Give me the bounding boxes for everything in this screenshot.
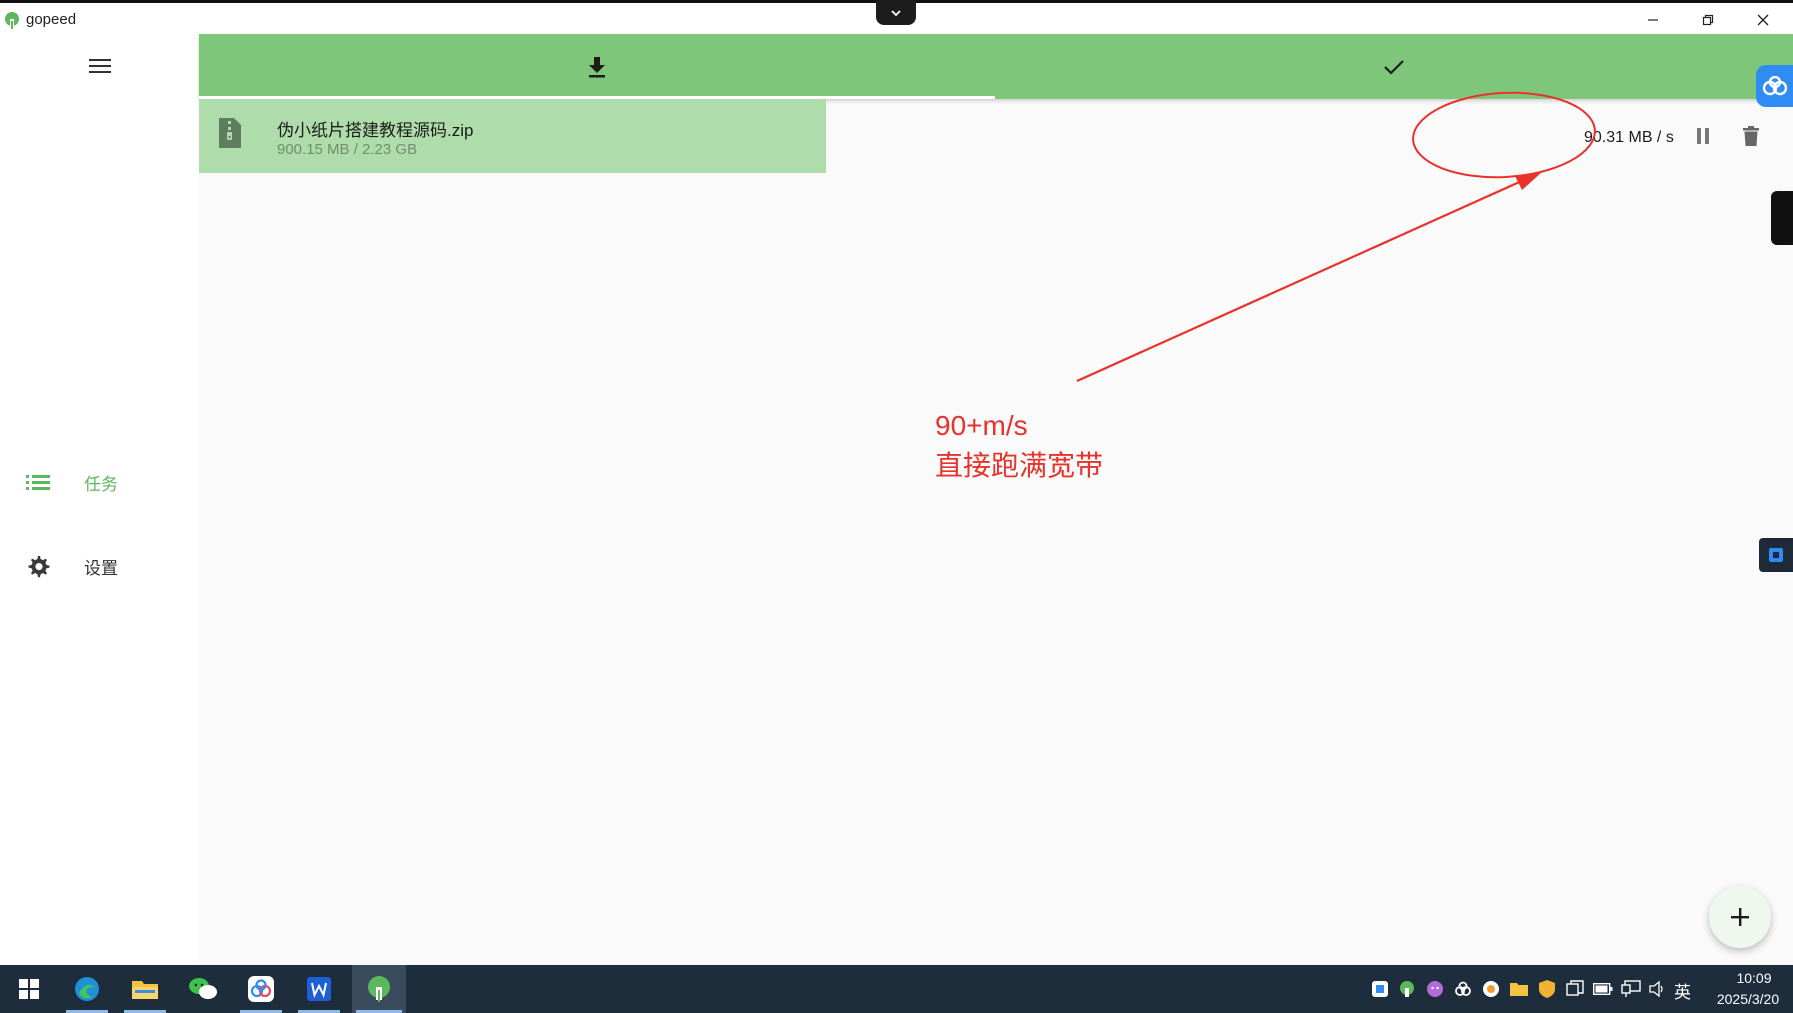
baidu-netdisk-icon (248, 976, 274, 1002)
clock-date[interactable]: 2025/3/20 (1704, 991, 1792, 1007)
taskbar-gopeed[interactable] (352, 965, 406, 1013)
task-row[interactable]: 伪小纸片搭建教程源码.zip 900.15 MB / 2.23 GB (199, 99, 826, 173)
annotation-line-1: 90+m/s (935, 410, 1028, 441)
speaker-icon (1649, 980, 1663, 998)
shield-icon (1539, 980, 1555, 998)
taskbar-baidu-netdisk[interactable] (236, 965, 286, 1013)
download-speed: 90.31 MB / s (1584, 129, 1674, 146)
gear-icon (26, 554, 58, 578)
plus-icon (1731, 908, 1749, 926)
pause-icon (1697, 128, 1709, 144)
wechat-icon (189, 978, 217, 999)
app-icon (1769, 548, 1783, 562)
gopeed-tray-icon (1400, 981, 1414, 997)
ime-indicator[interactable]: 英 (1674, 978, 1691, 1003)
chevron-down-icon (891, 9, 901, 16)
network-icon (1621, 980, 1641, 997)
tray-cat-icon[interactable] (1425, 979, 1445, 999)
minimize-icon (1648, 19, 1658, 21)
tray-folder-icon[interactable] (1509, 979, 1529, 999)
tray-netdisk-icon[interactable] (1453, 979, 1473, 999)
title-bar: gopeed (0, 0, 1793, 34)
blue-app-icon (1372, 981, 1388, 997)
restore-button[interactable] (1688, 7, 1728, 33)
windows-start-icon (19, 979, 39, 999)
taskbar-file-explorer[interactable] (120, 965, 170, 1013)
taskbar-edge[interactable] (62, 965, 112, 1013)
close-button[interactable] (1743, 7, 1783, 33)
tray-volume-icon[interactable] (1647, 979, 1667, 999)
windows-taskbar: 英 10:09 2025/3/20 (0, 965, 1793, 1013)
add-task-button[interactable] (1709, 886, 1771, 948)
pause-button[interactable] (1690, 123, 1716, 149)
delete-button[interactable] (1738, 123, 1764, 149)
cat-app-icon (1427, 981, 1443, 997)
tray-network-icon[interactable] (1621, 979, 1641, 999)
side-panel-handle[interactable] (1771, 191, 1793, 245)
gopeed-logo-icon (5, 12, 19, 29)
start-button[interactable] (4, 965, 54, 1013)
sidebar: 任务 设置 (0, 34, 199, 968)
clock-time[interactable]: 10:09 (1722, 970, 1786, 986)
close-icon (1757, 14, 1769, 26)
taskbar-wechat[interactable] (178, 965, 228, 1013)
taskbar-word[interactable] (294, 965, 344, 1013)
folder-icon (132, 981, 158, 999)
baidu-netdisk-tray-icon (1455, 981, 1471, 996)
cloud-icon (1762, 76, 1787, 96)
minimize-button[interactable] (1633, 7, 1673, 33)
restore-icon (1702, 14, 1714, 26)
tab-downloading[interactable] (199, 34, 995, 99)
window-title: gopeed (26, 11, 77, 28)
sidebar-item-label: 设置 (84, 558, 118, 578)
word-icon (307, 977, 331, 1001)
folder-tray-icon (1510, 983, 1528, 996)
tab-completed[interactable] (995, 34, 1793, 99)
task-progress-text: 900.15 MB / 2.23 GB (277, 141, 418, 158)
annotation-line-2: 直接跑满宽带 (935, 450, 1104, 481)
annotation-text: 90+m/s 直接跑满宽带 (935, 406, 1103, 486)
browser-tray-icon (1483, 981, 1499, 997)
zip-file-icon (219, 118, 241, 148)
dropdown-tab-button[interactable] (876, 0, 916, 25)
window-switch-icon (1566, 980, 1584, 996)
sidebar-item-tasks[interactable]: 任务 (26, 462, 176, 502)
gopeed-taskbar-icon (368, 976, 390, 1002)
sidebar-item-label: 任务 (84, 474, 118, 494)
check-icon (1384, 59, 1404, 75)
tab-bar (199, 34, 1793, 99)
battery-icon (1593, 983, 1613, 995)
task-file-name: 伪小纸片搭建教程源码.zip (277, 121, 474, 140)
download-icon (589, 56, 605, 77)
tray-chrome-icon[interactable] (1481, 979, 1501, 999)
trash-icon (1743, 126, 1759, 146)
tray-gopeed-icon[interactable] (1397, 979, 1417, 999)
gopeed-window: gopeed 任务 设置 伪小纸片搭建教程源码.zip 900.15 MB / … (0, 0, 1793, 968)
list-icon (26, 474, 58, 490)
side-tool-button[interactable] (1759, 538, 1793, 572)
sidebar-item-settings[interactable]: 设置 (26, 546, 176, 586)
tray-window-icon[interactable] (1565, 979, 1585, 999)
tray-shield-icon[interactable] (1537, 979, 1557, 999)
edge-browser-icon (75, 977, 99, 1001)
desktop-screen: gopeed 任务 设置 伪小纸片搭建教程源码.zip 900.15 MB / … (0, 0, 1793, 1013)
menu-button[interactable] (80, 46, 120, 86)
tray-battery-icon[interactable] (1593, 979, 1613, 999)
tray-app-icon-1[interactable] (1370, 979, 1390, 999)
baidu-netdisk-float-button[interactable] (1756, 65, 1793, 107)
hamburger-icon (89, 59, 111, 73)
